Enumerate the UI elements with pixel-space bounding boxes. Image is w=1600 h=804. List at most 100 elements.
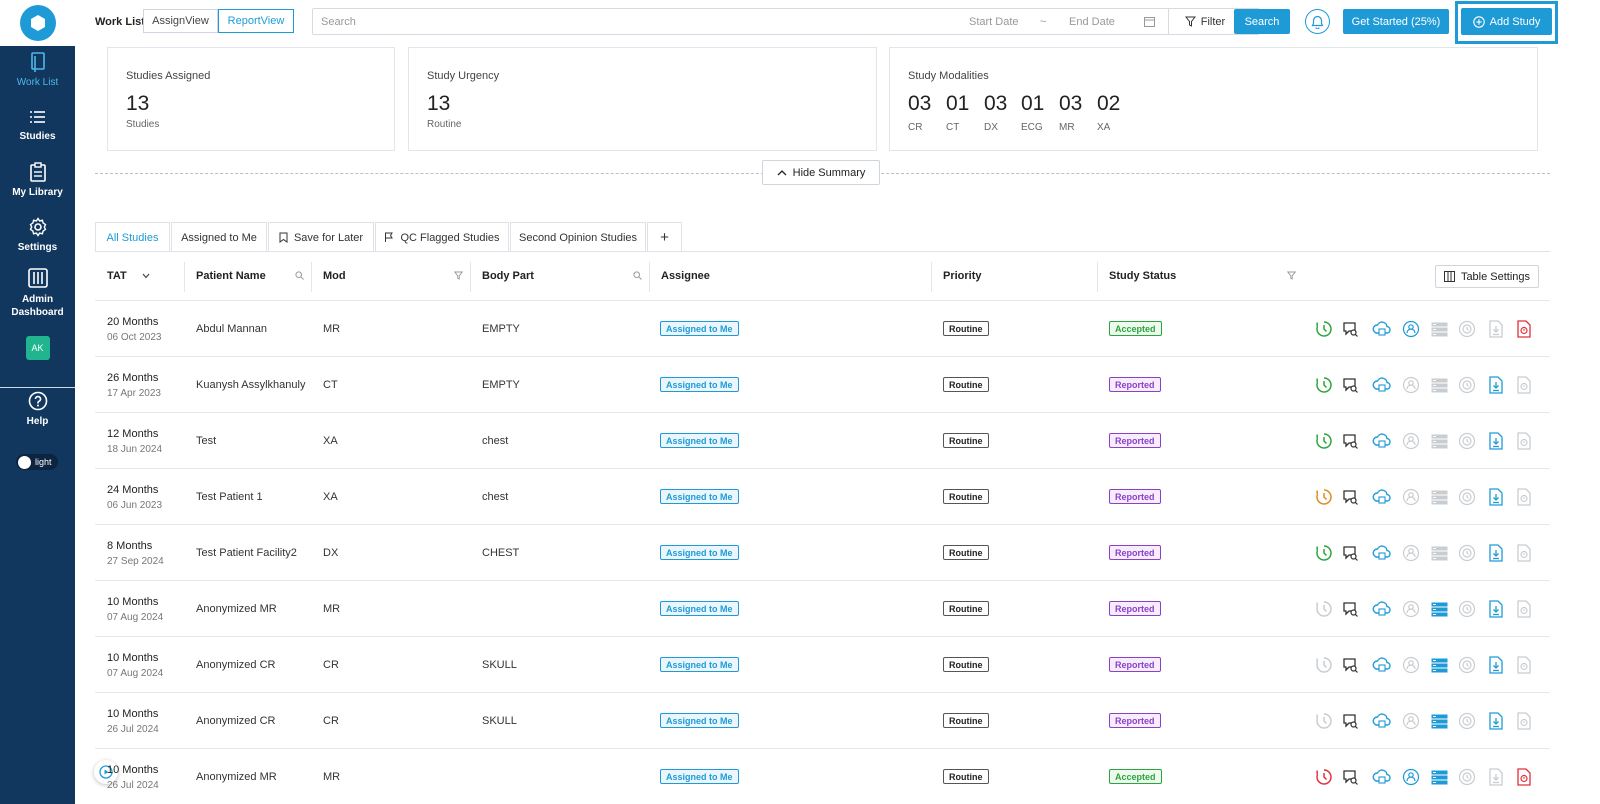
history-button[interactable]: [1456, 710, 1478, 732]
comment-button[interactable]: [1339, 766, 1361, 788]
chevron-down-icon[interactable]: [142, 273, 150, 279]
report-button[interactable]: [1513, 598, 1535, 620]
comment-button[interactable]: [1339, 374, 1361, 396]
server-button[interactable]: [1428, 654, 1450, 676]
server-button[interactable]: [1428, 766, 1450, 788]
history-button[interactable]: [1456, 318, 1478, 340]
comment-button[interactable]: [1339, 598, 1361, 620]
history-button[interactable]: [1456, 486, 1478, 508]
download-button[interactable]: [1485, 542, 1507, 564]
history-button[interactable]: [1456, 654, 1478, 676]
start-date-field[interactable]: Start Date: [969, 16, 1019, 28]
table-row[interactable]: 10 Months 26 Jul 2024 Anonymized CR CR SKULL…: [95, 693, 1550, 749]
history-button[interactable]: [1456, 374, 1478, 396]
patient-name[interactable]: Abdul Mannan: [196, 323, 267, 335]
cloud-upload-button[interactable]: [1371, 542, 1393, 564]
patient-name[interactable]: Anonymized MR: [196, 603, 277, 615]
tat-timer-button[interactable]: [1313, 766, 1335, 788]
sidebar-item-admin-dashboard[interactable]: Admin Dashboard: [0, 268, 75, 319]
assignee-badge[interactable]: Assigned to Me: [660, 377, 739, 392]
server-button[interactable]: [1428, 486, 1450, 508]
download-button[interactable]: [1485, 766, 1507, 788]
header-assignee[interactable]: Assignee: [661, 270, 710, 282]
assign-user-button[interactable]: [1400, 710, 1422, 732]
assignee-badge[interactable]: Assigned to Me: [660, 657, 739, 672]
tat-timer-button[interactable]: [1313, 654, 1335, 676]
cloud-upload-button[interactable]: [1371, 766, 1393, 788]
history-button[interactable]: [1456, 598, 1478, 620]
table-row[interactable]: 10 Months 07 Aug 2024 Anonymized MR MR Assig…: [95, 581, 1550, 637]
table-row[interactable]: 20 Months 06 Oct 2023 Abdul Mannan MR EMPTY A…: [95, 301, 1550, 357]
tab-save-for-later[interactable]: Save for Later: [268, 222, 374, 252]
patient-name[interactable]: Kuanysh Assylkhanuly: [196, 379, 305, 391]
assign-user-button[interactable]: [1400, 486, 1422, 508]
cloud-upload-button[interactable]: [1371, 318, 1393, 340]
server-button[interactable]: [1428, 542, 1450, 564]
comment-button[interactable]: [1339, 710, 1361, 732]
search-icon[interactable]: [633, 271, 642, 280]
filter-icon[interactable]: [1287, 271, 1296, 280]
patient-name[interactable]: Test: [196, 435, 216, 447]
cloud-upload-button[interactable]: [1371, 486, 1393, 508]
tat-timer-button[interactable]: [1313, 430, 1335, 452]
download-button[interactable]: [1485, 430, 1507, 452]
header-priority[interactable]: Priority: [943, 270, 982, 282]
header-study-status[interactable]: Study Status: [1109, 270, 1176, 282]
assign-user-button[interactable]: [1400, 766, 1422, 788]
patient-name[interactable]: Anonymized MR: [196, 771, 277, 783]
download-button[interactable]: [1485, 374, 1507, 396]
assign-user-button[interactable]: [1400, 654, 1422, 676]
theme-toggle[interactable]: light: [16, 454, 58, 470]
download-button[interactable]: [1485, 318, 1507, 340]
download-button[interactable]: [1485, 654, 1507, 676]
tat-timer-button[interactable]: [1313, 710, 1335, 732]
cloud-upload-button[interactable]: [1371, 654, 1393, 676]
history-button[interactable]: [1456, 430, 1478, 452]
tat-timer-button[interactable]: [1313, 318, 1335, 340]
header-mod[interactable]: Mod: [323, 270, 346, 282]
patient-name[interactable]: Test Patient Facility2: [196, 547, 297, 559]
assign-user-button[interactable]: [1400, 374, 1422, 396]
table-row[interactable]: 26 Months 17 Apr 2023 Kuanysh Assylkhanuly…: [95, 357, 1550, 413]
search-input[interactable]: [313, 9, 913, 34]
history-button[interactable]: [1456, 542, 1478, 564]
assignee-badge[interactable]: Assigned to Me: [660, 545, 739, 560]
add-study-button[interactable]: Add Study: [1461, 8, 1552, 35]
patient-name[interactable]: Anonymized CR: [196, 715, 275, 727]
comment-button[interactable]: [1339, 318, 1361, 340]
add-tab-button[interactable]: +: [647, 222, 682, 252]
table-row[interactable]: 10 Months 07 Aug 2024 Anonymized CR CR SKULL…: [95, 637, 1550, 693]
download-button[interactable]: [1485, 598, 1507, 620]
tab-second-opinion[interactable]: Second Opinion Studies: [510, 222, 646, 252]
search-icon[interactable]: [295, 271, 304, 280]
notifications-button[interactable]: [1305, 9, 1330, 34]
report-button[interactable]: [1513, 486, 1535, 508]
tab-assigned-to-me[interactable]: Assigned to Me: [171, 222, 267, 252]
header-tat[interactable]: TAT: [107, 270, 127, 282]
assign-user-button[interactable]: [1400, 318, 1422, 340]
report-button[interactable]: [1513, 710, 1535, 732]
download-button[interactable]: [1485, 710, 1507, 732]
comment-button[interactable]: [1339, 430, 1361, 452]
sidebar-item-my-library[interactable]: My Library: [0, 162, 75, 198]
assign-user-button[interactable]: [1400, 598, 1422, 620]
assignee-badge[interactable]: Assigned to Me: [660, 321, 739, 336]
sidebar-item-work-list[interactable]: Work List: [0, 52, 75, 88]
assign-view-button[interactable]: AssignView: [143, 9, 218, 33]
cloud-upload-button[interactable]: [1371, 710, 1393, 732]
sidebar-item-studies[interactable]: Studies: [0, 108, 75, 142]
search-button[interactable]: Search: [1234, 9, 1290, 34]
assignee-badge[interactable]: Assigned to Me: [660, 713, 739, 728]
report-button[interactable]: [1513, 318, 1535, 340]
header-patient-name[interactable]: Patient Name: [196, 270, 266, 282]
sidebar-item-help[interactable]: Help: [0, 391, 75, 427]
filter-icon[interactable]: [454, 271, 463, 280]
cloud-upload-button[interactable]: [1371, 598, 1393, 620]
app-logo-icon[interactable]: [19, 5, 56, 41]
patient-name[interactable]: Test Patient 1: [196, 491, 263, 503]
table-settings-button[interactable]: Table Settings: [1435, 265, 1539, 288]
server-button[interactable]: [1428, 598, 1450, 620]
report-button[interactable]: [1513, 542, 1535, 564]
table-row[interactable]: 24 Months 06 Jun 2023 Test Patient 1 XA ches…: [95, 469, 1550, 525]
hide-summary-button[interactable]: Hide Summary: [762, 160, 880, 185]
